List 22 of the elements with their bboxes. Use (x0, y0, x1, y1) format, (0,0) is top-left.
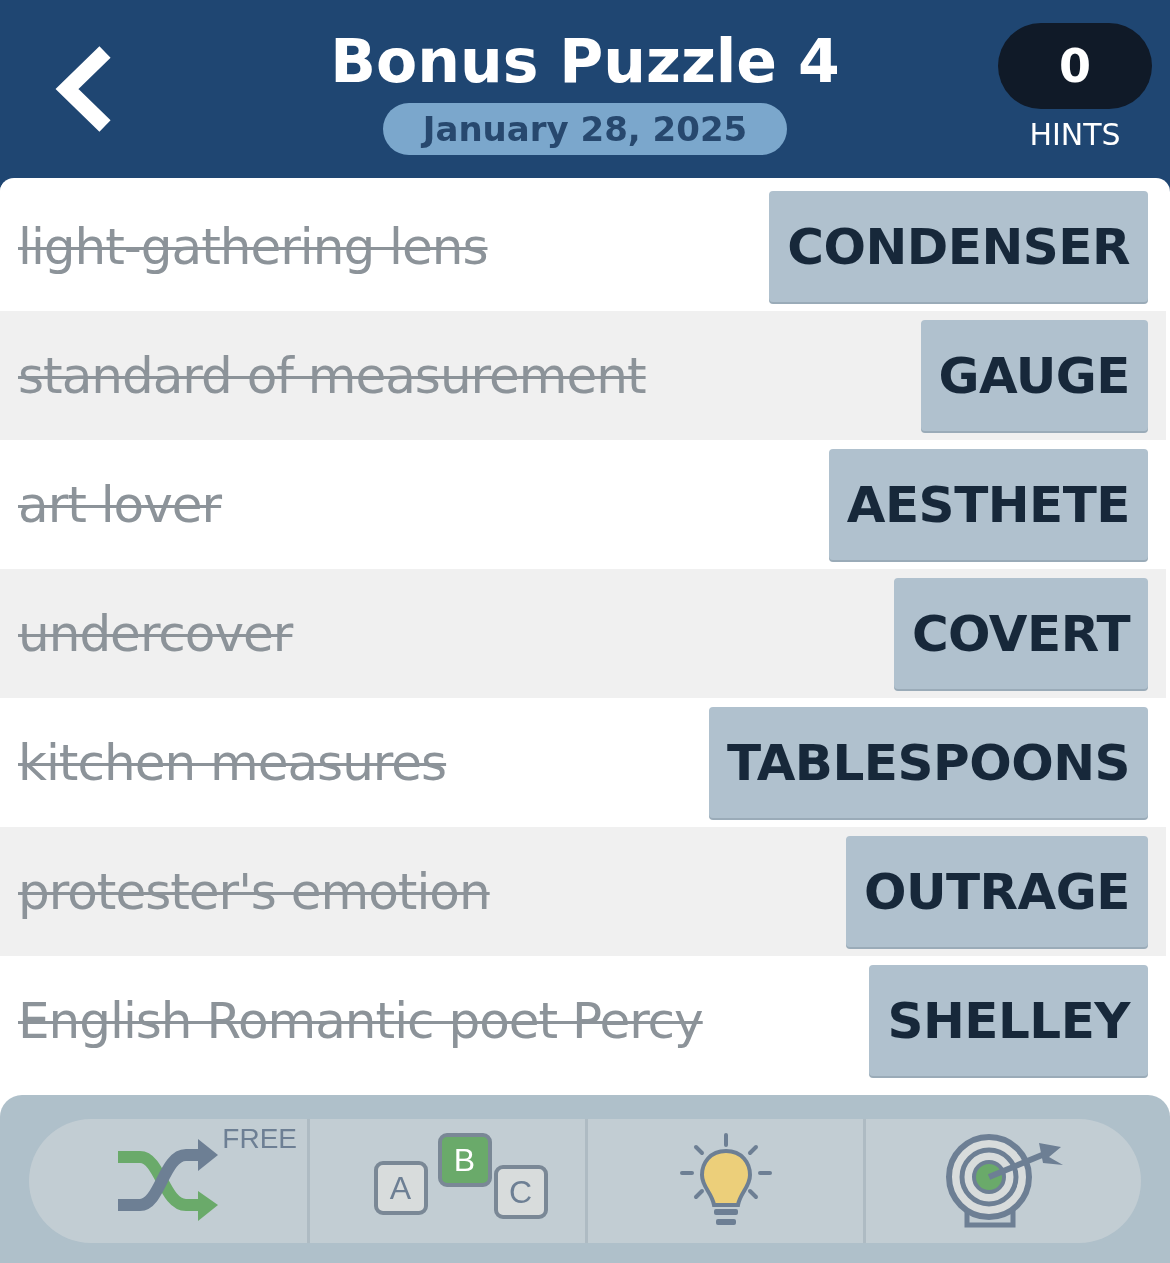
clue-text: art lover (18, 475, 222, 534)
hints-label: HINTS (1029, 116, 1121, 152)
puzzle-title: Bonus Puzzle 4 (330, 31, 840, 91)
clue-text: protester's emotion (18, 862, 490, 921)
answer-tile[interactable]: GAUGE (920, 320, 1148, 431)
answer-tile[interactable]: AESTHETE (828, 449, 1148, 560)
answer-tile[interactable]: SHELLEY (869, 965, 1148, 1076)
hints-counter[interactable]: 0 (998, 22, 1152, 109)
answer-tile[interactable]: TABLESPOONS (708, 707, 1148, 818)
clue-text: light-gathering lens (18, 217, 488, 276)
clue-text: standard of measurement (18, 346, 646, 405)
clue-text: English Romantic poet Percy (18, 991, 703, 1050)
free-label: FREE (222, 1123, 297, 1155)
answer-tile[interactable]: COVERT (893, 578, 1148, 689)
clue-text: kitchen measures (18, 733, 447, 792)
clue-text: undercover (18, 604, 293, 663)
answer-tile[interactable]: CONDENSER (769, 191, 1148, 302)
letter-block: C (493, 1165, 548, 1219)
date-pill: January 28, 2025 (382, 103, 788, 155)
letter-block: B (437, 1133, 492, 1187)
letter-block: A (373, 1161, 428, 1215)
answer-tile[interactable]: OUTRAGE (845, 836, 1148, 947)
